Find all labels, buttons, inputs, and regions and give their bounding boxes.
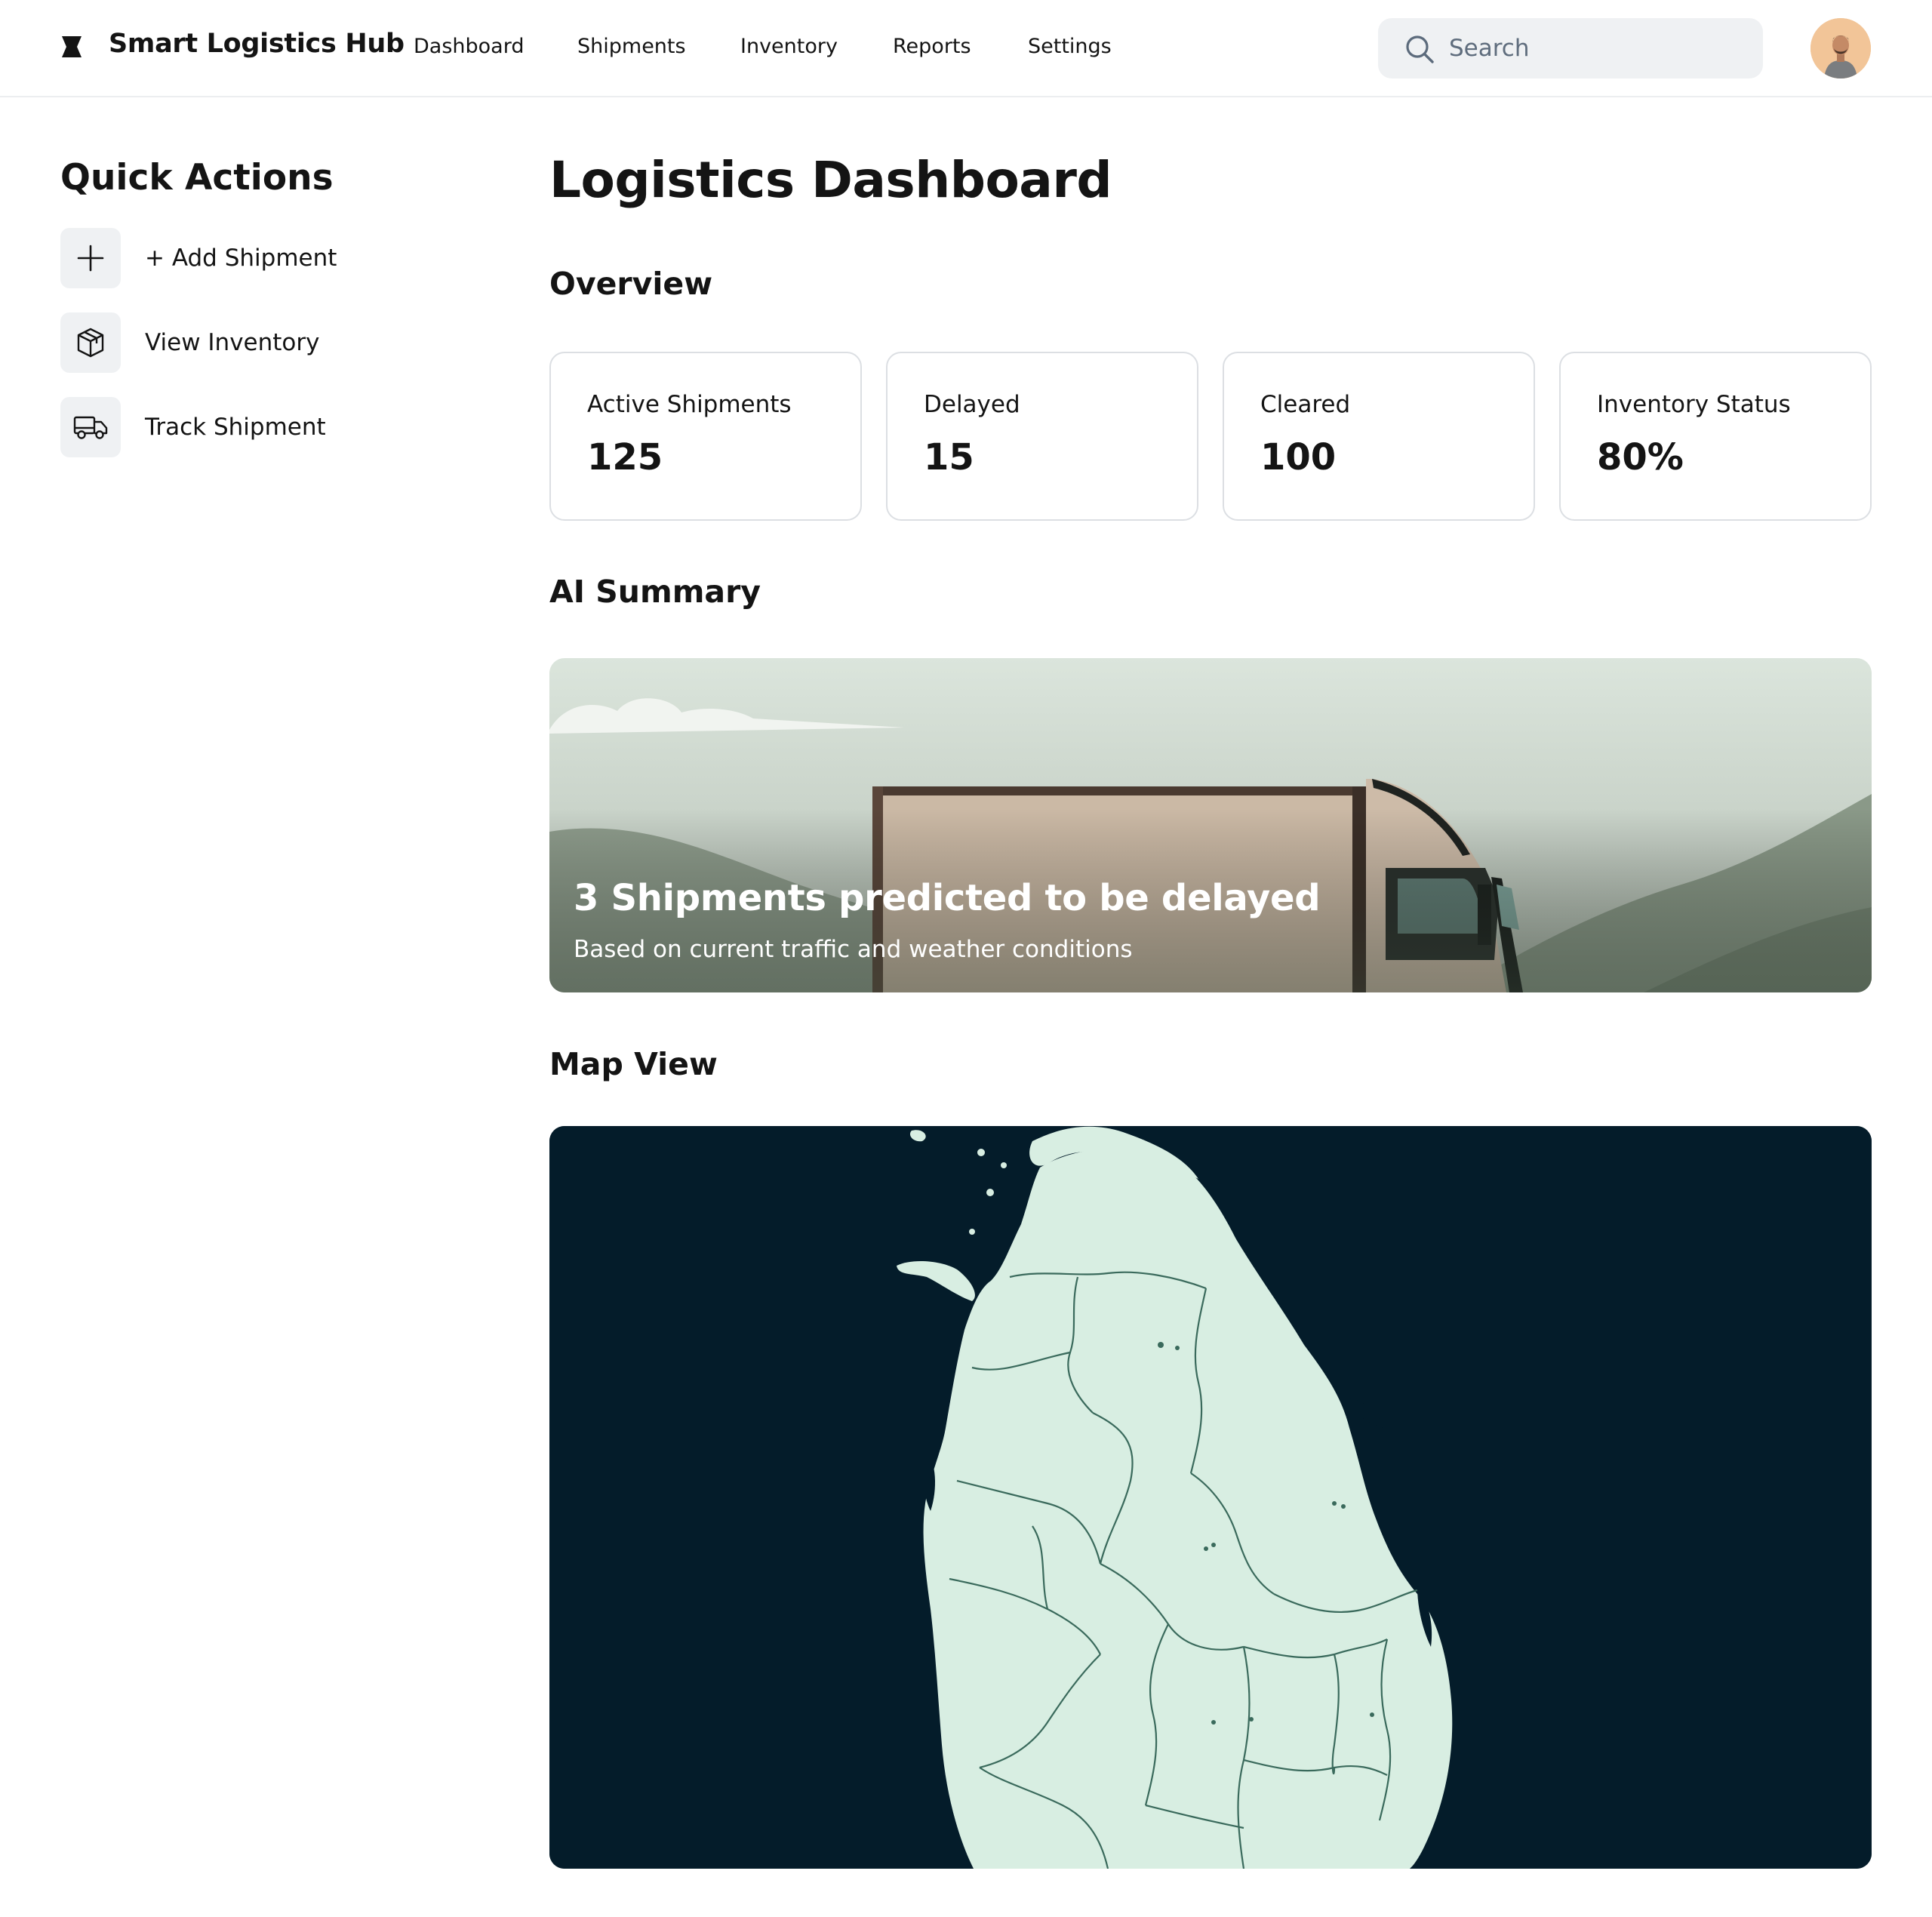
ai-summary-headline: 3 Shipments predicted to be delayed (574, 877, 1321, 919)
add-shipment-label: + Add Shipment (145, 245, 337, 272)
truck-icon (60, 397, 121, 457)
user-avatar-icon (1810, 18, 1871, 78)
stat-card-cleared[interactable]: Cleared 100 (1223, 352, 1535, 521)
stat-card-active-shipments[interactable]: Active Shipments 125 (549, 352, 862, 521)
plus-icon (60, 228, 121, 288)
stat-label: Active Shipments (587, 391, 792, 418)
nav-dashboard[interactable]: Dashboard (414, 33, 524, 60)
nav-settings[interactable]: Settings (1028, 33, 1112, 60)
stat-value: 80% (1597, 436, 1684, 478)
search-icon (1406, 35, 1434, 63)
top-nav-bar: Smart Logistics Hub Dashboard Shipments … (0, 0, 1932, 97)
stat-label: Inventory Status (1597, 391, 1791, 418)
nav-inventory[interactable]: Inventory (740, 33, 838, 60)
sidebar-title: Quick Actions (60, 157, 334, 198)
search-input[interactable] (1449, 18, 1751, 78)
view-inventory-button[interactable]: View Inventory (60, 312, 483, 373)
logo-icon (62, 36, 82, 57)
track-shipment-button[interactable]: Track Shipment (60, 397, 483, 457)
add-shipment-button[interactable]: + Add Shipment (60, 228, 483, 288)
ai-summary-heading: AI Summary (549, 574, 761, 610)
stat-value: 100 (1260, 436, 1337, 478)
nav-reports[interactable]: Reports (893, 33, 971, 60)
search-box[interactable] (1378, 18, 1763, 78)
map-view-heading: Map View (549, 1046, 718, 1082)
ai-summary-subtext: Based on current traffic and weather con… (574, 936, 1133, 963)
avatar[interactable] (1810, 18, 1871, 78)
overview-heading: Overview (549, 266, 713, 302)
nav-shipments[interactable]: Shipments (577, 33, 686, 60)
stat-value: 125 (587, 436, 663, 478)
stat-label: Delayed (924, 391, 1020, 418)
sri-lanka-map (549, 1126, 1872, 1869)
stat-card-inventory-status[interactable]: Inventory Status 80% (1559, 352, 1872, 521)
view-inventory-label: View Inventory (145, 329, 320, 356)
box-icon (60, 312, 121, 373)
ai-summary-banner[interactable]: 3 Shipments predicted to be delayed Base… (549, 658, 1872, 992)
stat-card-delayed[interactable]: Delayed 15 (886, 352, 1198, 521)
stat-label: Cleared (1260, 391, 1351, 418)
app-title[interactable]: Smart Logistics Hub (109, 29, 405, 59)
map-view[interactable] (549, 1126, 1872, 1869)
page-title: Logistics Dashboard (549, 151, 1112, 209)
stat-value: 15 (924, 436, 974, 478)
track-shipment-label: Track Shipment (145, 414, 326, 441)
